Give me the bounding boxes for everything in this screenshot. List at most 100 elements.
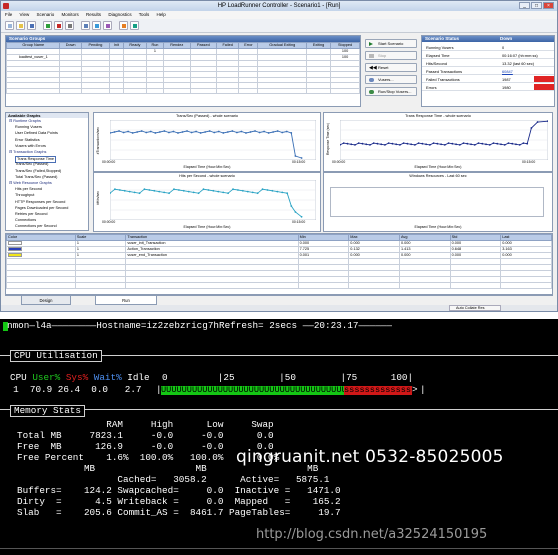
- empty-cell: [122, 87, 148, 94]
- tree-item[interactable]: Hits per Second: [15, 187, 42, 192]
- data-point: [387, 142, 390, 144]
- monitor-icon[interactable]: [92, 21, 101, 30]
- trans-sec-plot: [110, 120, 316, 160]
- graph-windows-resources[interactable]: Windows Resources - Last 60 sec Elapsed …: [323, 172, 553, 232]
- data-point: [197, 192, 200, 195]
- data-point: [526, 142, 529, 145]
- tree-item[interactable]: Trans/Sec (Failed,Stopped): [15, 169, 61, 174]
- reset-button[interactable]: ◀◀ Reset: [365, 63, 417, 72]
- graph-trans-response-time[interactable]: Trans Response Time - whole scenario Res…: [323, 112, 553, 172]
- graph-trans-sec-passed[interactable]: Trans/Sec (Passed) - whole scenario #Tra…: [93, 112, 321, 172]
- status-label: Elapsed Time: [426, 53, 450, 58]
- graph-title: Windows Resources - Last 60 sec: [409, 174, 467, 178]
- menu-diagnostics[interactable]: Diagnostics: [108, 12, 131, 17]
- data-point: [208, 130, 211, 132]
- legend-swatch: [8, 241, 22, 245]
- data-point: [240, 130, 243, 133]
- graph-hits-per-second[interactable]: Hits per Second - whole scenario #Hits/s…: [93, 172, 321, 232]
- data-point: [447, 142, 450, 144]
- menu-tools[interactable]: Tools: [139, 12, 150, 17]
- status-indicator[interactable]: [534, 68, 554, 74]
- data-point: [153, 189, 156, 192]
- analysis-icon[interactable]: [103, 21, 112, 30]
- status-value[interactable]: 60847: [502, 68, 513, 75]
- data-point: [263, 130, 265, 133]
- menu-scenario[interactable]: Scenario: [36, 12, 54, 17]
- data-point: [199, 132, 202, 134]
- tree-item[interactable]: Total Trans/Sec (Passed): [15, 175, 57, 180]
- data-point: [271, 189, 274, 192]
- x-tick: 00:15:00: [522, 160, 536, 164]
- tree-group[interactable]: ⊟ Runtime Graphs: [9, 119, 41, 124]
- status-label: Running Vusers: [426, 45, 454, 50]
- menu-monitors[interactable]: Monitors: [62, 12, 79, 17]
- status-value[interactable]: 1987: [502, 76, 511, 83]
- scenario-status-title: Scenario Status: [425, 36, 460, 41]
- tree-group[interactable]: ⊟ Web Resource Graphs: [9, 181, 52, 186]
- menu-help[interactable]: Help: [157, 12, 166, 17]
- tree-item[interactable]: Vusers with Errors: [15, 144, 46, 149]
- data-point: [436, 142, 439, 145]
- empty-cell: [330, 87, 360, 94]
- start-scenario-button[interactable]: Start Scenario: [365, 39, 417, 48]
- status-value[interactable]: 1980: [502, 84, 511, 91]
- tree-item[interactable]: User Defined Data Points: [15, 131, 58, 136]
- tree-item[interactable]: Error Statistics: [15, 138, 40, 143]
- status-indicator[interactable]: [534, 84, 554, 90]
- data-point: [432, 142, 435, 144]
- minimize-icon[interactable]: _: [519, 2, 530, 9]
- rewind-icon: ◀◀: [369, 65, 377, 71]
- vusers-button[interactable]: Vusers...: [365, 75, 417, 84]
- nmon-header: nmon—l4a————————Hostname=iz2zebzricg7hRe…: [7, 320, 392, 331]
- tree-item[interactable]: Retries per Second: [15, 212, 48, 217]
- menu-results[interactable]: Results: [86, 12, 101, 17]
- data-point: [276, 130, 279, 132]
- empty-cell: [238, 87, 259, 94]
- status-label: Errors: [426, 85, 437, 90]
- status-indicator[interactable]: [534, 76, 554, 82]
- data-point: [143, 188, 146, 191]
- menu-bar: File View Scenario Monitors Results Diag…: [1, 11, 557, 19]
- vusers-icon[interactable]: [81, 21, 90, 30]
- empty-cell: [500, 282, 552, 289]
- available-graphs-tree: Available Graphs ⊟ Runtime Graphs Running…: [5, 112, 89, 231]
- save-icon[interactable]: [27, 21, 36, 30]
- data-point: [428, 144, 431, 146]
- run-stop-vusers-button[interactable]: Run/Stop Vusers...: [365, 87, 417, 96]
- maximize-icon[interactable]: □: [531, 2, 542, 9]
- open-icon[interactable]: [16, 21, 25, 30]
- tree-item[interactable]: Pages Downloaded per Second: [15, 206, 68, 211]
- tree-item[interactable]: Running Vusers: [15, 125, 42, 130]
- data-point: [361, 142, 364, 145]
- tree-item[interactable]: Throughput: [15, 193, 34, 198]
- tree-item[interactable]: Connections: [15, 218, 36, 223]
- empty-row: [6, 282, 552, 289]
- empty-cell: [189, 87, 217, 94]
- start-icon[interactable]: [43, 21, 52, 30]
- tree-item[interactable]: HTTP Responses per Second: [15, 200, 65, 205]
- data-point: [235, 131, 238, 134]
- tree-item[interactable]: Connections per Second: [15, 224, 57, 229]
- x-axis-label: Elapsed Time (Hour:Min:Sec): [183, 165, 231, 169]
- stop-button[interactable]: Stop: [365, 51, 417, 60]
- graph-icon[interactable]: [119, 21, 128, 30]
- y-axis-label: Response Time (sec): [326, 123, 330, 156]
- layout-icon[interactable]: [130, 21, 139, 30]
- tree-group[interactable]: ⊟ Transaction Graphs: [9, 150, 46, 155]
- tab-design[interactable]: Design: [21, 296, 71, 305]
- data-point: [131, 132, 134, 134]
- close-icon[interactable]: ×: [543, 2, 554, 9]
- new-icon[interactable]: [5, 21, 14, 30]
- data-point: [186, 130, 188, 132]
- menu-view[interactable]: View: [20, 12, 30, 17]
- tree-item[interactable]: Trans/Sec (Passed): [15, 162, 48, 167]
- toolbar: [1, 19, 557, 33]
- menu-file[interactable]: File: [5, 12, 12, 17]
- x-tick: 00:00:00: [332, 160, 346, 164]
- reset-icon[interactable]: [65, 21, 74, 30]
- stop-icon[interactable]: [54, 21, 63, 30]
- data-point: [207, 189, 210, 191]
- response-time-plot: [340, 120, 548, 160]
- data-point: [507, 142, 510, 144]
- tab-run[interactable]: Run: [95, 296, 157, 305]
